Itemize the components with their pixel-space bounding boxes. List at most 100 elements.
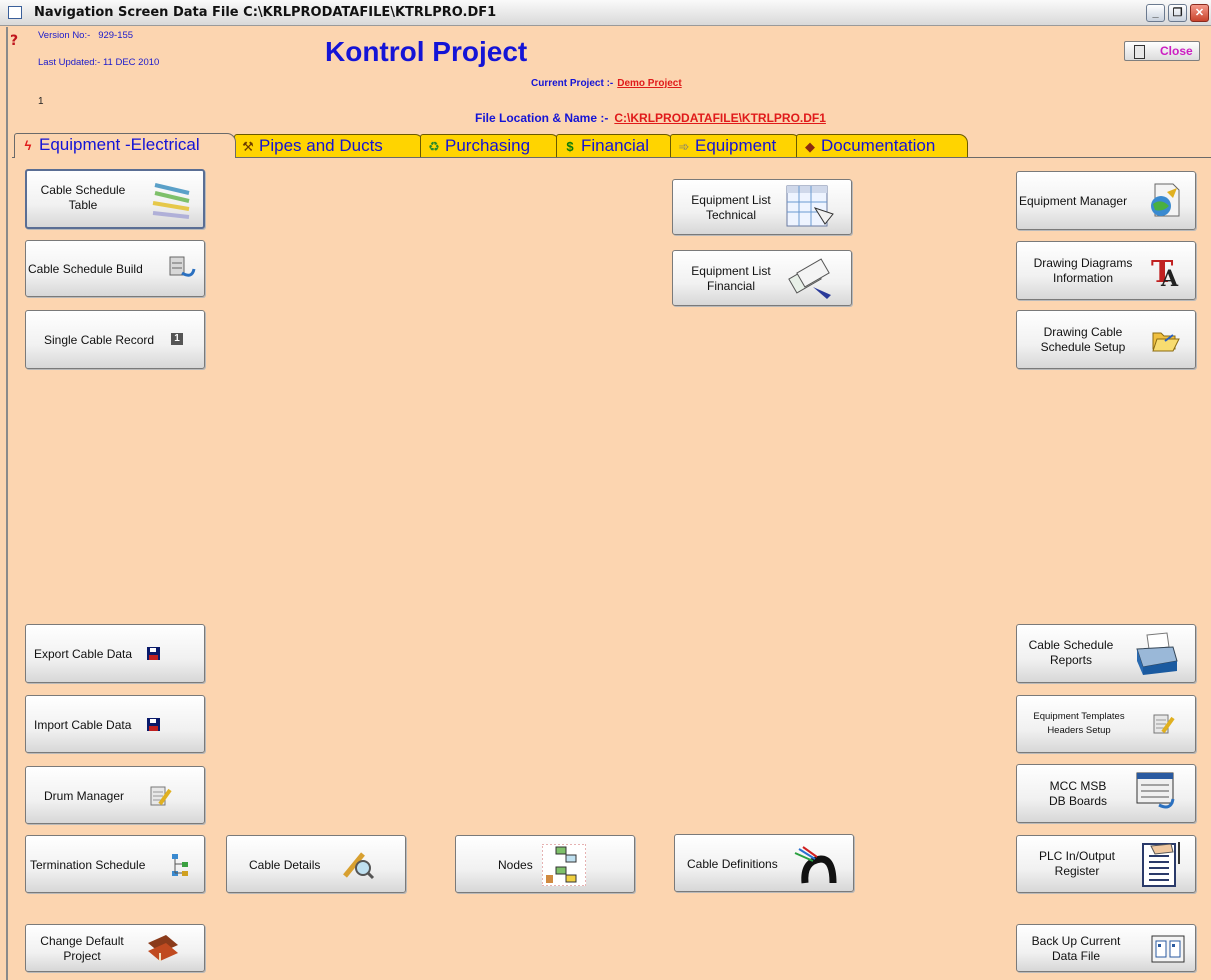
tab-label: Purchasing: [445, 136, 531, 155]
notepad-pencil-icon: [1153, 714, 1175, 734]
window-close-button[interactable]: ✕: [1190, 4, 1209, 22]
register-document-icon: [1142, 842, 1180, 887]
change-default-project-label: Change Default Project: [40, 934, 124, 963]
cable-definitions-button[interactable]: Cable Definitions: [674, 834, 854, 892]
current-project-link[interactable]: Demo Project: [617, 78, 681, 89]
maximize-button[interactable]: ❐: [1168, 4, 1187, 22]
tab-label: Financial: [581, 136, 650, 155]
text-font-icon: T A: [1151, 255, 1179, 290]
cable-details-label: Cable Details: [249, 858, 321, 872]
database-build-icon: [169, 256, 196, 277]
nodes-button[interactable]: Nodes: [455, 835, 635, 893]
export-cable-data-button[interactable]: Export Cable Data: [25, 624, 205, 683]
back-up-current-data-file-button[interactable]: Back Up Current Data File: [1016, 924, 1196, 972]
number-one-icon: 1: [171, 333, 183, 345]
drum-manager-button[interactable]: Drum Manager: [25, 766, 205, 824]
equipment-icon: ➾: [678, 139, 690, 154]
folder-open-icon: [1152, 332, 1180, 352]
updated-info: Last Updated:- 11 DEC 2010: [38, 57, 159, 68]
book-icon: ◆: [805, 139, 815, 154]
window-app-icon: [8, 6, 22, 19]
page-number: 1: [38, 96, 44, 107]
svg-text:A: A: [1160, 266, 1179, 290]
lightning-icon: ϟ: [24, 138, 32, 153]
tab-purchasing[interactable]: ♻ Purchasing: [420, 134, 560, 157]
cable-schedule-build-button[interactable]: Cable Schedule Build: [25, 240, 205, 297]
updated-value: 11 DEC 2010: [102, 57, 160, 68]
close-button-label: Close: [1160, 44, 1193, 58]
cable-wires-icon: [794, 846, 837, 884]
file-location-link[interactable]: C:\KRLPRODATAFILE\KTRLPRO.DF1: [614, 111, 826, 125]
cable-details-button[interactable]: Cable Details: [226, 835, 406, 893]
version-label: Version No:-: [38, 30, 91, 41]
printer-icon: [1136, 632, 1178, 675]
equipment-manager-label: Equipment Manager: [1019, 194, 1128, 208]
dollar-icon: $: [566, 139, 574, 154]
nodes-label: Nodes: [498, 858, 533, 872]
change-default-project-button[interactable]: Change Default Project: [25, 924, 205, 972]
document-globe-icon: [1151, 183, 1180, 217]
import-cable-data-button[interactable]: Import Cable Data: [25, 695, 205, 753]
equipment-list-technical-button[interactable]: Equipment List Technical: [672, 179, 852, 235]
equipment-manager-button[interactable]: Equipment Manager: [1016, 171, 1196, 230]
tab-label: Pipes and Ducts: [259, 136, 383, 155]
drum-manager-label: Drum Manager: [44, 789, 125, 803]
window-title: Navigation Screen Data File C:\KRLPRODAT…: [34, 5, 497, 20]
backup-files-icon: [1151, 935, 1185, 963]
version-info: Version No:- 929-155: [38, 30, 133, 41]
cable-schedule-table-label: Cable Schedule Table: [40, 183, 126, 212]
tab-financial[interactable]: $ Financial: [556, 134, 674, 157]
cable-schedule-reports-label: Cable Schedule Reports: [1028, 638, 1114, 667]
drawing-cable-schedule-setup-label: Drawing Cable Schedule Setup: [1040, 325, 1126, 354]
mcc-msb-db-boards-label: MCC MSB DB Boards: [1048, 779, 1108, 808]
app-title: Kontrol Project: [325, 36, 528, 67]
drawing-cable-schedule-setup-button[interactable]: Drawing Cable Schedule Setup: [1016, 310, 1196, 369]
notepad-pencil-icon: [150, 786, 172, 806]
plc-in-output-register-label: PLC In/Output Register: [1038, 849, 1116, 878]
tab-label: Documentation: [821, 136, 936, 155]
single-cable-record-label: Single Cable Record: [44, 333, 155, 347]
cable-definitions-label: Cable Definitions: [687, 857, 778, 871]
equipment-templates-headers-setup-label: Equipment Templates Headers Setup: [1033, 711, 1125, 736]
import-cable-data-label: Import Cable Data: [34, 718, 132, 732]
tab-equipment[interactable]: ➾ Equipment: [670, 134, 801, 157]
current-project: Current Project :- Demo Project: [531, 78, 682, 89]
mcc-msb-db-boards-button[interactable]: MCC MSB DB Boards: [1016, 764, 1196, 823]
tab-label: Equipment: [695, 136, 777, 155]
equipment-templates-headers-setup-button[interactable]: Equipment Templates Headers Setup: [1016, 695, 1196, 753]
tab-pipes-and-ducts[interactable]: ⚒ Pipes and Ducts: [234, 134, 424, 157]
equipment-list-financial-button[interactable]: Equipment List Financial: [672, 250, 852, 306]
file-location: File Location & Name :- C:\KRLPRODATAFILE…: [475, 111, 826, 125]
termination-schedule-label: Termination Schedule: [30, 858, 146, 872]
help-icon[interactable]: ?: [10, 33, 18, 49]
tab-equipment-electrical[interactable]: ϟ Equipment -Electrical: [14, 133, 236, 158]
window-titlebar: Navigation Screen Data File C:\KRLPRODAT…: [0, 0, 1211, 26]
network-nodes-icon: [542, 844, 586, 886]
pipe-icon: ⚒: [242, 139, 254, 154]
plc-in-output-register-button[interactable]: PLC In/Output Register: [1016, 835, 1196, 893]
back-up-current-data-file-label: Back Up Current Data File: [1031, 934, 1121, 963]
single-cable-record-button[interactable]: Single Cable Record 1: [25, 310, 205, 369]
export-cable-data-label: Export Cable Data: [34, 647, 133, 661]
cables-icon: [152, 183, 190, 219]
door-icon: [1134, 45, 1145, 59]
cart-icon: ♻: [428, 139, 440, 154]
equipment-list-financial-label: Equipment List Financial: [691, 264, 771, 293]
updated-label: Last Updated:-: [38, 57, 101, 68]
money-hand-icon: [788, 258, 831, 299]
close-button[interactable]: Close: [1124, 41, 1200, 61]
cable-schedule-reports-button[interactable]: Cable Schedule Reports: [1016, 624, 1196, 683]
magnifier-pencil-icon: [343, 852, 375, 880]
drawing-diagrams-information-label: Drawing Diagrams Information: [1033, 256, 1133, 285]
minimize-button[interactable]: _: [1146, 4, 1165, 22]
drawing-diagrams-information-button[interactable]: Drawing Diagrams Information T A: [1016, 241, 1196, 300]
file-location-label: File Location & Name :-: [475, 111, 609, 125]
current-project-label: Current Project :-: [531, 78, 614, 89]
control-board-icon: [1136, 772, 1175, 809]
floppy-disk-icon: [147, 718, 160, 731]
tab-documentation[interactable]: ◆ Documentation: [796, 134, 968, 157]
equipment-list-technical-label: Equipment List Technical: [691, 193, 771, 222]
termination-schedule-button[interactable]: Termination Schedule: [25, 835, 205, 893]
tree-hierarchy-icon: [172, 854, 188, 876]
cable-schedule-table-button[interactable]: Cable Schedule Table: [25, 169, 205, 229]
